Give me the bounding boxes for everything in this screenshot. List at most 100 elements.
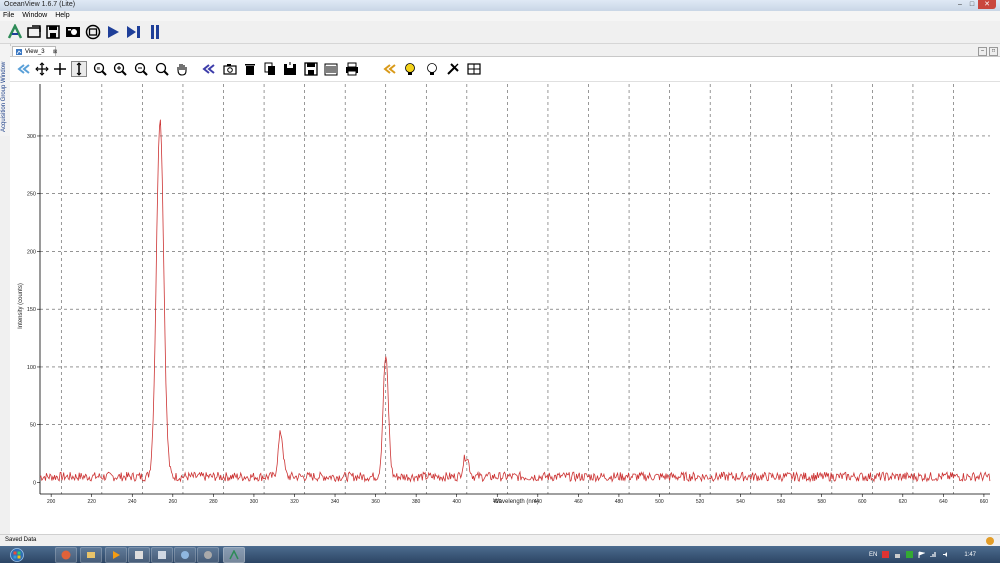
taskbar-browser-icon[interactable] bbox=[55, 547, 77, 563]
bulb-off-icon[interactable] bbox=[424, 61, 440, 77]
tray-network-icon[interactable] bbox=[894, 551, 901, 558]
hand-icon[interactable] bbox=[174, 61, 190, 77]
spectrum-series-line bbox=[39, 119, 991, 483]
crosshair-icon[interactable] bbox=[52, 61, 68, 77]
plot-toolbar: ≡ bbox=[10, 57, 1000, 82]
x-axis-label: Wavelength (nm) bbox=[493, 499, 538, 505]
taskbar-explorer-icon[interactable] bbox=[80, 547, 102, 563]
zoom-icon[interactable] bbox=[154, 61, 170, 77]
copy-icon[interactable] bbox=[262, 61, 278, 77]
single-step-icon[interactable] bbox=[125, 24, 141, 40]
status-text: Saved Data bbox=[5, 537, 37, 543]
delete-icon[interactable] bbox=[242, 61, 258, 77]
open-icon[interactable] bbox=[26, 24, 42, 40]
taskbar-oceanview-icon[interactable] bbox=[223, 547, 245, 563]
start-button[interactable] bbox=[3, 547, 31, 562]
x-tick-label: 460 bbox=[574, 499, 583, 505]
taskbar-tool-icon[interactable] bbox=[197, 547, 219, 563]
close-button[interactable]: ✕ bbox=[978, 0, 996, 9]
acquisition-wizard-icon[interactable] bbox=[7, 24, 23, 40]
menu-help[interactable]: Help bbox=[55, 11, 69, 21]
save-icon[interactable] bbox=[303, 61, 319, 77]
tray-app-icon[interactable] bbox=[882, 551, 890, 558]
tray-flag-icon[interactable] bbox=[918, 551, 926, 558]
menu-window[interactable]: Window bbox=[22, 11, 47, 21]
save-data-icon[interactable] bbox=[282, 61, 298, 77]
play-icon[interactable] bbox=[105, 24, 121, 40]
y-tick-label: 0 bbox=[33, 480, 36, 486]
zoom-in-icon[interactable] bbox=[112, 61, 128, 77]
x-tick-label: 580 bbox=[818, 499, 827, 505]
camera-search-icon[interactable] bbox=[65, 24, 81, 40]
clock[interactable]: 1:47 bbox=[964, 552, 976, 558]
tray-signal-icon[interactable] bbox=[930, 551, 937, 558]
windows-logo-icon bbox=[10, 547, 24, 562]
x-tick-label: 400 bbox=[453, 499, 462, 505]
y-tick-label: 200 bbox=[27, 249, 36, 255]
plot-area[interactable]: 0 50 100 150 200 250 300 200 220 240 260 280 300 320… bbox=[10, 82, 1000, 534]
y-tick-label: 250 bbox=[27, 192, 36, 198]
collapse-left-icon[interactable] bbox=[16, 61, 32, 77]
tray-volume-icon[interactable] bbox=[942, 551, 949, 558]
tools-icon[interactable] bbox=[445, 61, 461, 77]
x-tick-label: 340 bbox=[331, 499, 340, 505]
x-tick-label: 560 bbox=[777, 499, 786, 505]
pause-icon[interactable] bbox=[147, 24, 163, 40]
spectrum-chart[interactable]: 0 50 100 150 200 250 300 200 220 240 260 280 300 320… bbox=[10, 82, 1000, 534]
snapshot-icon[interactable] bbox=[222, 61, 238, 77]
x-tick-label: 620 bbox=[899, 499, 908, 505]
pan-icon[interactable] bbox=[34, 61, 50, 77]
plot-grid bbox=[39, 84, 990, 495]
x-tick-label: 300 bbox=[250, 499, 259, 505]
system-tray: EN 1:47 bbox=[869, 546, 996, 563]
zoom-out-icon[interactable] bbox=[133, 61, 149, 77]
back-icon[interactable] bbox=[201, 61, 217, 77]
expand-icon[interactable] bbox=[382, 61, 398, 77]
x-tick-label: 240 bbox=[128, 499, 137, 505]
x-tick-label: 260 bbox=[169, 499, 178, 505]
taskbar-window-icon[interactable] bbox=[151, 547, 173, 563]
main-toolbar bbox=[0, 21, 1000, 44]
tray-green-icon[interactable] bbox=[906, 551, 914, 558]
y-tick-label: 100 bbox=[27, 365, 36, 371]
menu-file[interactable]: File bbox=[3, 11, 14, 21]
window-title: OceanView 1.6.7 (Lite) bbox=[4, 1, 76, 8]
x-tick-label: 520 bbox=[696, 499, 705, 505]
zoom-fit-icon[interactable]: ≡ bbox=[92, 61, 108, 77]
x-tick-label: 220 bbox=[88, 499, 97, 505]
tab-close-icon[interactable]: ⊠ bbox=[53, 47, 57, 57]
x-tick-label: 380 bbox=[412, 499, 421, 505]
print-icon[interactable] bbox=[344, 61, 360, 77]
panel-controls: – □ bbox=[978, 47, 998, 56]
status-indicator-icon bbox=[986, 537, 994, 545]
window-controls: – □ ✕ bbox=[954, 0, 996, 9]
save-icon[interactable] bbox=[45, 24, 61, 40]
export-icon[interactable] bbox=[323, 61, 339, 77]
x-tick-label: 600 bbox=[858, 499, 867, 505]
x-tick-label: 200 bbox=[47, 499, 56, 505]
x-tick-label: 320 bbox=[290, 499, 299, 505]
x-tick-label: 280 bbox=[209, 499, 218, 505]
y-axis-label: Intensity (counts) bbox=[18, 283, 24, 329]
svg-text:≡: ≡ bbox=[97, 67, 101, 73]
y-cursor-icon[interactable] bbox=[71, 61, 87, 77]
tab-label: View_3 bbox=[25, 49, 45, 55]
view-tab-strip: View_3 ⊠ – □ bbox=[10, 46, 1000, 57]
y-axis-ticks: 0 50 100 150 200 250 300 bbox=[27, 134, 40, 486]
chart-icon bbox=[16, 49, 22, 55]
side-tab-label: Acquisition Group Window bbox=[1, 61, 7, 132]
bulb-on-icon[interactable] bbox=[402, 61, 418, 77]
layout-icon[interactable] bbox=[466, 61, 482, 77]
taskbar-media-icon[interactable] bbox=[105, 547, 127, 563]
tab-view-3[interactable]: View_3 ⊠ bbox=[12, 46, 57, 57]
maximize-button[interactable]: □ bbox=[966, 0, 978, 9]
minimize-button[interactable]: – bbox=[954, 0, 966, 9]
panel-maximize-button[interactable]: □ bbox=[989, 47, 998, 56]
taskbar-camera-icon[interactable] bbox=[174, 547, 196, 563]
language-indicator[interactable]: EN bbox=[869, 552, 877, 558]
device-icon[interactable] bbox=[85, 24, 101, 40]
panel-minimize-button[interactable]: – bbox=[978, 47, 987, 56]
taskbar-app-icon[interactable] bbox=[128, 547, 150, 563]
y-tick-label: 150 bbox=[27, 307, 36, 313]
menu-bar: File Window Help bbox=[0, 11, 1000, 21]
